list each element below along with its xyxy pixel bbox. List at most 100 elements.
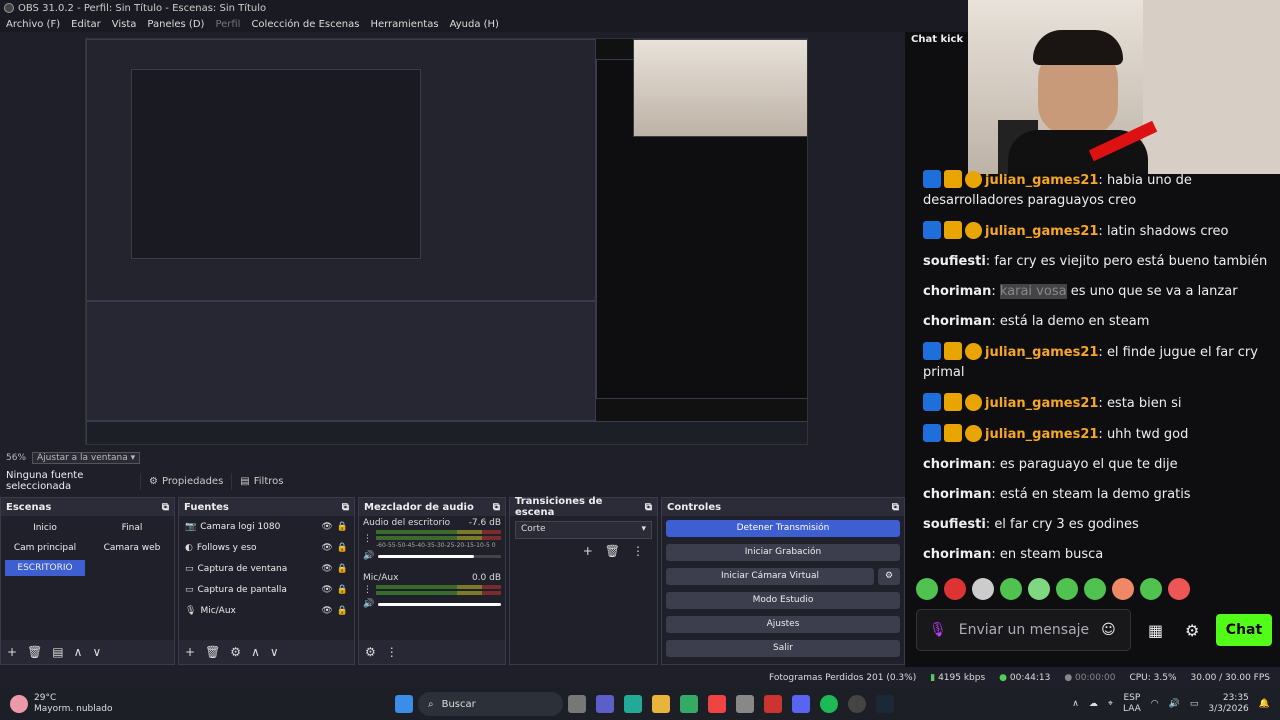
zoom-select[interactable]: Ajustar a la ventana ▾: [32, 452, 141, 464]
lock-icon[interactable]: 🔒: [337, 564, 348, 574]
moderator-badge-icon[interactable]: [923, 424, 941, 442]
chat-username[interactable]: julian_games21: [985, 396, 1098, 411]
menu-dots-icon[interactable]: ⋮: [363, 585, 372, 595]
eye-icon[interactable]: 👁: [321, 543, 332, 553]
trash-icon[interactable]: 🗑: [605, 544, 620, 558]
volume-slider[interactable]: [378, 602, 501, 606]
scene-cam-principal[interactable]: Cam principal: [5, 540, 85, 556]
lang-label[interactable]: ESP: [1123, 693, 1141, 704]
discord-icon[interactable]: [792, 695, 810, 713]
emote-icon[interactable]: [1168, 578, 1190, 600]
source-row[interactable]: 🎙 Mic/Aux 👁 🔒: [179, 600, 354, 621]
eye-icon[interactable]: 👁: [321, 606, 332, 616]
menu-dots-icon[interactable]: ⋮: [363, 534, 372, 544]
chat-input[interactable]: 🎙 Enviar un mensaje ☺: [916, 609, 1131, 651]
weather-widget[interactable]: 29°C Mayorm. nublado: [0, 693, 200, 715]
transition-select[interactable]: Corte ▾: [515, 521, 652, 539]
emoji-icon[interactable]: ☺: [1101, 622, 1116, 638]
windows-start-icon[interactable]: [395, 695, 413, 713]
scene-escritorio[interactable]: ESCRITORIO: [5, 560, 85, 576]
source-row[interactable]: ▭ Captura de ventana 👁 🔒: [179, 558, 354, 579]
wifi-icon[interactable]: ◠: [1151, 699, 1159, 709]
trash-icon[interactable]: 🗑: [27, 645, 42, 659]
file-explorer-icon[interactable]: [652, 695, 670, 713]
speaker-icon[interactable]: 🔊: [363, 551, 374, 561]
menu-ayuda[interactable]: Ayuda (H): [450, 19, 499, 30]
app-icon[interactable]: [764, 695, 782, 713]
chat-username[interactable]: choriman: [923, 284, 991, 299]
chat-username[interactable]: julian_games21: [985, 173, 1098, 188]
moderator-badge-icon[interactable]: [923, 393, 941, 411]
microphone-icon[interactable]: 🎙: [929, 622, 947, 638]
add-icon[interactable]: +: [583, 544, 593, 558]
moderator-badge-icon[interactable]: [923, 170, 941, 188]
crown-badge-icon[interactable]: [944, 342, 962, 360]
settings-button[interactable]: Ajustes: [666, 616, 900, 633]
scene-camara-web[interactable]: Camara web: [92, 540, 172, 556]
chat-username[interactable]: choriman: [923, 457, 991, 472]
chat-username[interactable]: julian_games21: [985, 427, 1098, 442]
teams-icon[interactable]: [596, 695, 614, 713]
gear-icon[interactable]: ⚙: [878, 568, 900, 585]
emote-icon[interactable]: [944, 578, 966, 600]
chat-send-button[interactable]: Chat: [1216, 614, 1272, 646]
coin-badge-icon[interactable]: [965, 425, 982, 442]
filters-button[interactable]: ▤ Filtros: [231, 472, 291, 490]
chevron-up-icon[interactable]: ∧: [1072, 699, 1079, 709]
stop-stream-button[interactable]: Detener Transmisión: [666, 520, 900, 537]
chat-username[interactable]: choriman: [923, 547, 991, 562]
chat-username[interactable]: choriman: [923, 487, 991, 502]
coin-badge-icon[interactable]: [965, 222, 982, 239]
lock-icon[interactable]: 🔒: [337, 522, 348, 532]
gear-icon[interactable]: ⚙: [1185, 621, 1199, 640]
chat-username[interactable]: soufiesti: [923, 254, 986, 269]
chat-username[interactable]: julian_games21: [985, 224, 1098, 239]
source-row[interactable]: ◐ Follows y eso 👁 🔒: [179, 537, 354, 558]
crown-badge-icon[interactable]: [944, 221, 962, 239]
steam-icon[interactable]: [876, 695, 894, 713]
store-icon[interactable]: [680, 695, 698, 713]
menu-vista[interactable]: Vista: [112, 19, 137, 30]
snipping-icon[interactable]: [736, 695, 754, 713]
lock-icon[interactable]: 🔒: [337, 585, 348, 595]
crown-badge-icon[interactable]: [944, 393, 962, 411]
eye-icon[interactable]: 👁: [321, 564, 332, 574]
store-icon[interactable]: ▦: [1148, 621, 1163, 640]
chat-username[interactable]: soufiesti: [923, 517, 986, 532]
taskbar-search[interactable]: ⌕ Buscar: [418, 692, 563, 716]
chat-username[interactable]: choriman: [923, 314, 991, 329]
scene-inicio[interactable]: Inicio: [5, 520, 85, 536]
eye-icon[interactable]: 👁: [321, 585, 332, 595]
virtual-camera-button[interactable]: Iniciar Cámara Virtual: [666, 568, 874, 585]
gear-icon[interactable]: ⚙: [365, 645, 376, 659]
dock-float-icon[interactable]: ⧉: [342, 502, 349, 513]
task-view-icon[interactable]: [568, 695, 586, 713]
menu-coleccion[interactable]: Colección de Escenas: [251, 19, 359, 30]
studio-mode-button[interactable]: Modo Estudio: [666, 592, 900, 609]
emote-icon[interactable]: [1000, 578, 1022, 600]
spotify-icon[interactable]: [820, 695, 838, 713]
copilot-icon[interactable]: [624, 695, 642, 713]
menu-dots-icon[interactable]: ⋮: [632, 544, 644, 558]
down-icon[interactable]: ∨: [92, 645, 101, 659]
battery-icon[interactable]: ▭: [1190, 699, 1199, 709]
add-icon[interactable]: +: [7, 645, 17, 659]
coin-badge-icon[interactable]: [965, 394, 982, 411]
moderator-badge-icon[interactable]: [923, 342, 941, 360]
crown-badge-icon[interactable]: [944, 424, 962, 442]
menu-archivo[interactable]: Archivo (F): [6, 19, 60, 30]
emote-icon[interactable]: [1112, 578, 1134, 600]
emote-icon[interactable]: [1140, 578, 1162, 600]
down-icon[interactable]: ∨: [270, 645, 279, 659]
dock-float-icon[interactable]: ⧉: [645, 502, 652, 513]
menu-dots-icon[interactable]: ⋮: [386, 645, 398, 659]
eye-icon[interactable]: 👁: [321, 522, 332, 532]
cloud-icon[interactable]: ☁: [1089, 699, 1098, 709]
dock-float-icon[interactable]: ⧉: [162, 502, 169, 513]
source-row[interactable]: ▭ Captura de pantalla 👁 🔒: [179, 579, 354, 600]
emote-icon[interactable]: [972, 578, 994, 600]
lock-icon[interactable]: 🔒: [337, 543, 348, 553]
clock[interactable]: 23:35 3/3/2026: [1208, 693, 1248, 715]
obs-icon[interactable]: [848, 695, 866, 713]
menu-editar[interactable]: Editar: [71, 19, 101, 30]
